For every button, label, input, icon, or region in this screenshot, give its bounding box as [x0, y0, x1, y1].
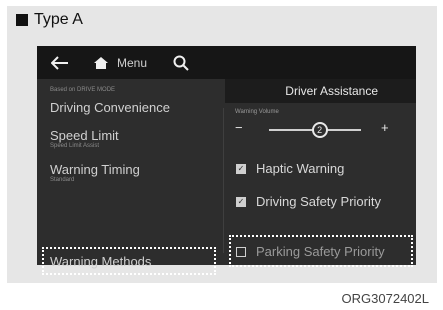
menu-item-sub: Speed Limit Assist	[50, 143, 100, 149]
menu-label: Menu	[117, 55, 148, 70]
menu-item-warning-timing[interactable]: Warning Timing Standard	[50, 162, 140, 183]
figure-caption: Type A	[16, 9, 83, 31]
square-bullet-icon	[16, 14, 28, 26]
top-bar: Menu	[37, 46, 416, 79]
infotainment-screen: Menu Based on DRIVE MODE Driving Conveni…	[37, 46, 416, 275]
panel-title: Driver Assistance	[225, 79, 416, 103]
search-icon[interactable]	[171, 46, 191, 79]
checkbox-icon[interactable]: ✓	[236, 163, 246, 174]
right-panel: Driver Assistance Warning Volume − 2 + ✓…	[225, 79, 416, 267]
reference-code: ORG3072402L	[341, 291, 429, 306]
menu-item-driving-convenience[interactable]: Driving Convenience	[50, 100, 170, 115]
menu-button[interactable]: Menu	[117, 46, 147, 79]
volume-value: 2	[317, 125, 323, 135]
volume-plus-button[interactable]: +	[381, 120, 389, 135]
menu-item-speed-limit[interactable]: Speed Limit Speed Limit Assist	[50, 128, 119, 149]
caption-label: Type A	[34, 11, 83, 28]
volume-minus-button[interactable]: −	[235, 120, 243, 135]
option-parking-safety-priority[interactable]: Parking Safety Priority	[236, 244, 385, 259]
volume-slider-knob[interactable]: 2	[311, 122, 328, 138]
option-driving-safety-priority[interactable]: ✓ Driving Safety Priority	[236, 194, 381, 209]
option-haptic-warning[interactable]: ✓ Haptic Warning	[236, 161, 344, 176]
home-icon[interactable]	[91, 46, 111, 79]
checkbox-icon[interactable]	[236, 246, 246, 257]
menu-item-sub: Standard	[50, 177, 75, 183]
left-menu-header: Based on DRIVE MODE	[50, 87, 116, 93]
panel-divider	[223, 108, 224, 253]
left-menu: Based on DRIVE MODE Driving Convenience …	[37, 79, 222, 275]
menu-item-warning-methods[interactable]: Warning Methods	[50, 254, 151, 269]
warning-volume-label: Warning Volume	[235, 109, 279, 115]
arrow-left-icon[interactable]	[49, 46, 71, 79]
checkbox-icon[interactable]: ✓	[236, 196, 246, 207]
